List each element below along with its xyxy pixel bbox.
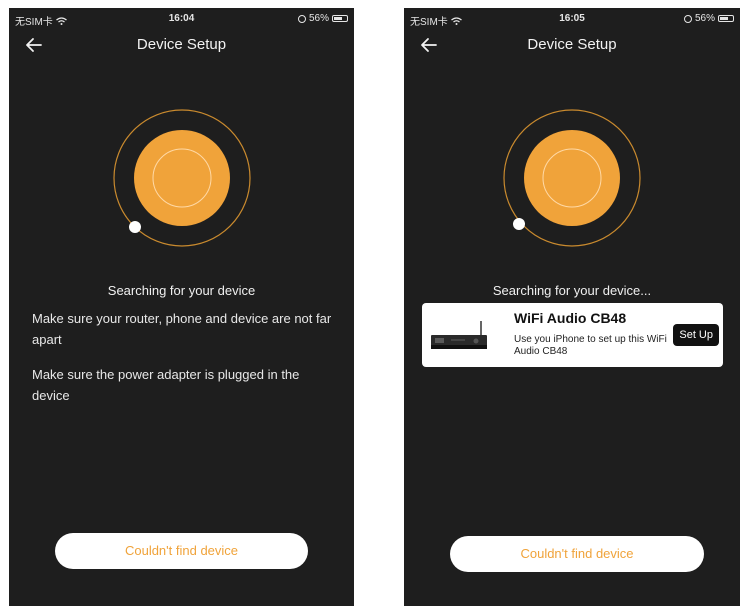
page-title: Device Setup xyxy=(527,36,617,53)
tip-power: Make sure the power adapter is plugged i… xyxy=(32,367,300,403)
battery-percent: 56% xyxy=(694,13,715,24)
device-setup-screen-searching: 无SIM卡 16:04 56% Device Setup Searching f… xyxy=(9,8,354,606)
status-bar: 无SIM卡 16:05 56% xyxy=(404,8,740,30)
battery-icon xyxy=(718,15,734,22)
battery-percent: 56% xyxy=(308,13,329,24)
radar-dot xyxy=(128,221,141,233)
radar-graphic xyxy=(503,109,641,247)
couldnt-find-device-button[interactable]: Couldn't find device xyxy=(450,536,704,572)
nav-bar: Device Setup xyxy=(9,30,354,60)
set-up-button[interactable]: Set Up xyxy=(673,324,719,346)
radar-graphic xyxy=(112,109,251,247)
couldnt-find-device-button[interactable]: Couldn't find device xyxy=(55,533,308,569)
searching-label: Searching for your device xyxy=(107,283,256,298)
battery-icon xyxy=(332,15,348,22)
search-animation xyxy=(9,103,354,253)
audio-device-image xyxy=(431,321,487,349)
radar-core xyxy=(133,130,230,226)
searching-label: Searching for your device... xyxy=(492,283,652,298)
device-name: WiFi Audio CB48 xyxy=(514,310,627,326)
status-right: 56% xyxy=(297,13,348,24)
alarm-icon xyxy=(297,14,306,23)
tip-distance: Make sure your router, phone and device … xyxy=(32,311,332,347)
radar-core xyxy=(524,130,620,226)
found-device-card[interactable]: WiFi Audio CB48 Use you iPhone to set up… xyxy=(422,303,723,367)
page-title: Device Setup xyxy=(136,36,227,53)
status-bar: 无SIM卡 16:04 56% xyxy=(9,8,354,30)
status-right: 56% xyxy=(683,13,734,24)
alarm-icon xyxy=(683,14,692,23)
radar-dot xyxy=(513,218,525,230)
search-animation xyxy=(404,103,740,253)
device-setup-screen-found: 无SIM卡 16:05 56% Device Setup Searching f… xyxy=(404,8,740,606)
device-description: Use you iPhone to set up this WiFi Audio… xyxy=(514,334,667,357)
nav-bar: Device Setup xyxy=(404,30,740,60)
